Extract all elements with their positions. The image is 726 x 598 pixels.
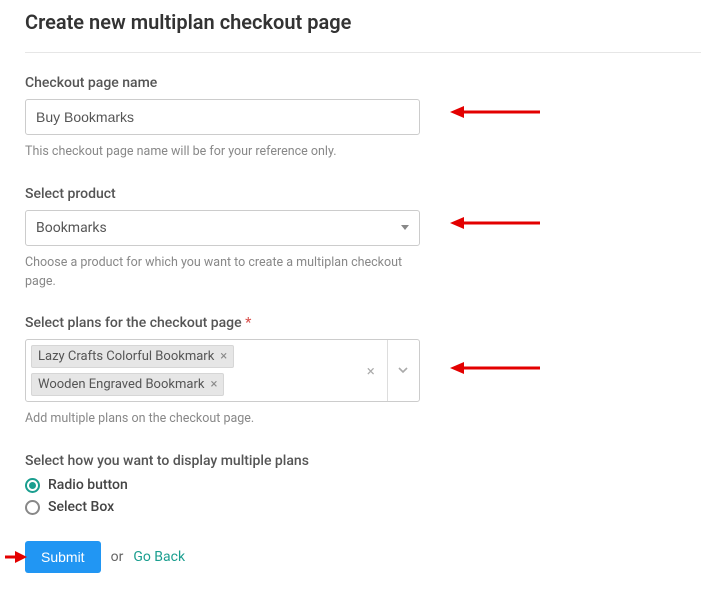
radio-option-radio-button[interactable]: Radio button bbox=[25, 477, 701, 493]
radio-option-label: Select Box bbox=[48, 499, 114, 515]
product-select[interactable]: Bookmarks bbox=[25, 210, 420, 246]
arrow-icon bbox=[5, 550, 27, 564]
field-checkout-name: Checkout page name This checkout page na… bbox=[25, 75, 701, 162]
caret-down-icon bbox=[401, 225, 409, 230]
radio-icon bbox=[25, 500, 40, 515]
checkout-name-input[interactable] bbox=[25, 99, 420, 135]
required-star: * bbox=[245, 315, 251, 331]
plan-chip-label: Lazy Crafts Colorful Bookmark bbox=[38, 349, 214, 364]
plans-help: Add multiple plans on the checkout page. bbox=[25, 410, 420, 429]
radio-option-label: Radio button bbox=[48, 477, 128, 493]
product-select-value: Bookmarks bbox=[36, 220, 107, 236]
remove-chip-icon[interactable]: × bbox=[210, 378, 217, 391]
radio-option-select-box[interactable]: Select Box bbox=[25, 499, 701, 515]
radio-icon bbox=[25, 478, 40, 493]
plans-multiselect-body[interactable]: Lazy Crafts Colorful Bookmark × Wooden E… bbox=[26, 340, 355, 401]
plan-chip-label: Wooden Engraved Bookmark bbox=[38, 377, 204, 392]
submit-row: Submit or Go Back bbox=[25, 541, 701, 573]
display-label: Select how you want to display multiple … bbox=[25, 453, 701, 469]
page-title: Create new multiplan checkout page bbox=[25, 10, 701, 53]
field-select-plans: Select plans for the checkout page * Laz… bbox=[25, 315, 701, 429]
arrow-icon bbox=[450, 105, 540, 119]
submit-button[interactable]: Submit bbox=[25, 541, 101, 573]
arrow-icon bbox=[450, 216, 540, 230]
plans-label: Select plans for the checkout page * bbox=[25, 315, 701, 331]
checkout-name-label: Checkout page name bbox=[25, 75, 701, 91]
plan-chip: Lazy Crafts Colorful Bookmark × bbox=[31, 345, 234, 368]
plans-multiselect-controls: × bbox=[355, 340, 419, 401]
product-help: Choose a product for which you want to c… bbox=[25, 254, 420, 292]
plans-multiselect[interactable]: Lazy Crafts Colorful Bookmark × Wooden E… bbox=[25, 339, 420, 402]
or-text: or bbox=[111, 549, 124, 565]
remove-chip-icon[interactable]: × bbox=[220, 350, 227, 363]
clear-all-icon[interactable]: × bbox=[355, 340, 387, 401]
go-back-link[interactable]: Go Back bbox=[133, 549, 185, 565]
checkout-name-help: This checkout page name will be for your… bbox=[25, 143, 420, 162]
field-display-mode: Select how you want to display multiple … bbox=[25, 453, 701, 515]
plan-chip: Wooden Engraved Bookmark × bbox=[31, 373, 224, 396]
field-select-product: Select product Bookmarks Choose a produc… bbox=[25, 186, 701, 292]
arrow-icon bbox=[450, 361, 540, 375]
plans-label-text: Select plans for the checkout page bbox=[25, 315, 242, 331]
dropdown-toggle-icon[interactable] bbox=[387, 340, 420, 401]
product-label: Select product bbox=[25, 186, 701, 202]
